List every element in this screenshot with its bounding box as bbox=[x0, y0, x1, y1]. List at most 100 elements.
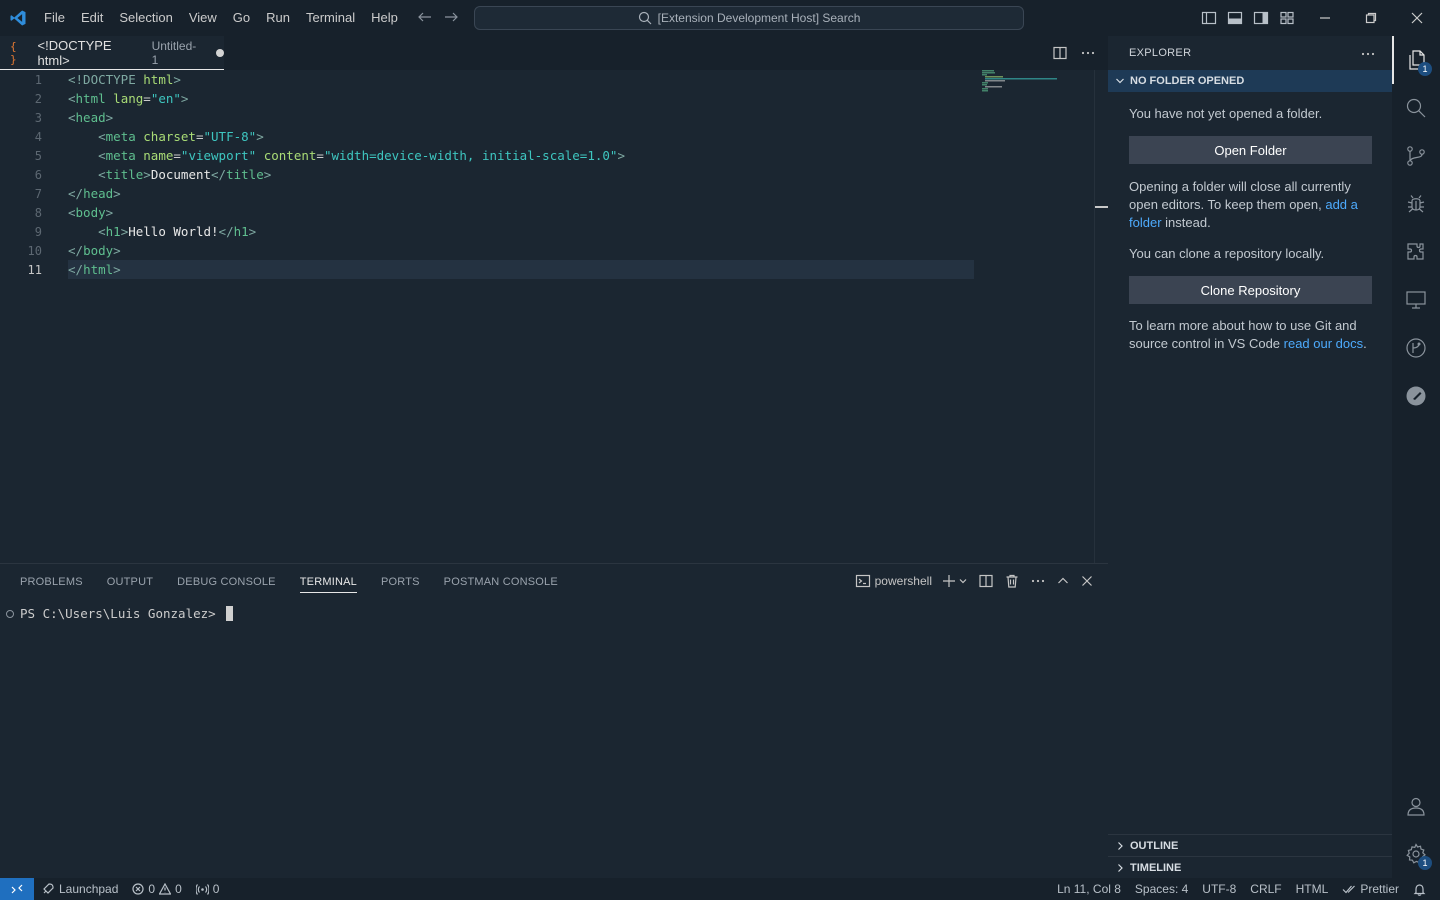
prettier-status[interactable]: Prettier bbox=[1335, 878, 1406, 900]
more-actions-icon[interactable] bbox=[1030, 573, 1046, 589]
menu-view[interactable]: View bbox=[181, 0, 225, 36]
forward-arrow-icon[interactable] bbox=[442, 8, 460, 26]
panel-tabs: PROBLEMS OUTPUT DEBUG CONSOLE TERMINAL P… bbox=[12, 564, 574, 598]
activity-explorer[interactable]: 1 bbox=[1392, 36, 1440, 84]
menu-help[interactable]: Help bbox=[363, 0, 406, 36]
terminal-output[interactable]: PS C:\Users\Luis Gonzalez> bbox=[6, 606, 233, 621]
activity-run-debug[interactable] bbox=[1392, 180, 1440, 228]
trash-icon[interactable] bbox=[1004, 573, 1020, 589]
open-folder-button[interactable]: Open Folder bbox=[1129, 136, 1372, 164]
code-line[interactable]: 6 <title>Document</title> bbox=[0, 165, 980, 184]
code-editor[interactable]: 1 <!DOCTYPE html> 2 <html lang="en"> 3 <head>… bbox=[0, 70, 1108, 563]
activity-extensions[interactable] bbox=[1392, 228, 1440, 276]
code-line[interactable]: 3 <head> bbox=[0, 108, 980, 127]
toggle-secondary-sidebar-icon[interactable] bbox=[1252, 9, 1270, 27]
close-window-button[interactable] bbox=[1394, 0, 1440, 36]
code-line[interactable]: 10 </body> bbox=[0, 241, 980, 260]
learn-more-info: To learn more about how to use Git and s… bbox=[1129, 317, 1373, 353]
unsaved-dot-icon[interactable] bbox=[216, 48, 224, 57]
bell-icon bbox=[1413, 883, 1426, 896]
menu-file[interactable]: File bbox=[36, 0, 73, 36]
warning-count: 0 bbox=[175, 882, 182, 896]
activity-postman[interactable] bbox=[1392, 372, 1440, 420]
toggle-panel-icon[interactable] bbox=[1226, 9, 1244, 27]
layout-controls bbox=[1200, 9, 1296, 27]
tab-debug-console[interactable]: DEBUG CONSOLE bbox=[169, 564, 284, 598]
activity-manage[interactable]: 1 bbox=[1392, 830, 1440, 878]
activity-accounts[interactable] bbox=[1392, 782, 1440, 830]
code-text: <body> bbox=[68, 205, 114, 220]
split-terminal-icon[interactable] bbox=[978, 573, 994, 589]
no-folder-section-header[interactable]: NO FOLDER OPENED bbox=[1108, 70, 1392, 92]
chevron-down-icon bbox=[958, 576, 968, 586]
minimap[interactable] bbox=[982, 70, 1062, 94]
outline-label: OUTLINE bbox=[1130, 839, 1179, 852]
minimize-button[interactable] bbox=[1302, 0, 1348, 36]
code-line[interactable]: 7 </head> bbox=[0, 184, 980, 203]
menu-go[interactable]: Go bbox=[225, 0, 258, 36]
launchpad-status[interactable]: Launchpad bbox=[34, 878, 125, 900]
code-line[interactable]: 4 <meta charset="UTF-8"> bbox=[0, 127, 980, 146]
code-line[interactable]: 8 <body> bbox=[0, 203, 980, 222]
code-line[interactable]: 9 <h1>Hello World!</h1> bbox=[0, 222, 980, 241]
new-terminal-button[interactable] bbox=[942, 574, 968, 588]
menu-run[interactable]: Run bbox=[258, 0, 298, 36]
notifications-button[interactable] bbox=[1406, 878, 1440, 900]
extensions-puzzle-icon bbox=[1404, 240, 1428, 264]
remote-indicator-button[interactable] bbox=[0, 878, 34, 900]
customize-layout-icon[interactable] bbox=[1278, 9, 1296, 27]
status-bar-right: Ln 11, Col 8 Spaces: 4 UTF-8 CRLF HTML P… bbox=[1050, 878, 1440, 900]
line-number: 5 bbox=[34, 148, 42, 163]
cursor-position[interactable]: Ln 11, Col 8 bbox=[1050, 878, 1128, 900]
code-line[interactable]: 11 </html> bbox=[28, 260, 974, 279]
editor-scrollbar-track[interactable] bbox=[1094, 70, 1095, 563]
end-of-line[interactable]: CRLF bbox=[1243, 878, 1288, 900]
chevron-down-icon bbox=[1114, 75, 1126, 87]
activity-source-control[interactable] bbox=[1392, 132, 1440, 180]
toggle-primary-sidebar-icon[interactable] bbox=[1200, 9, 1218, 27]
code-line[interactable]: 1 <!DOCTYPE html> bbox=[0, 70, 980, 89]
back-arrow-icon[interactable] bbox=[416, 8, 434, 26]
ports-status[interactable]: 0 bbox=[189, 878, 227, 900]
more-actions-icon[interactable] bbox=[1080, 45, 1096, 61]
outline-section-header[interactable]: OUTLINE bbox=[1108, 834, 1392, 856]
status-bar: Launchpad 0 0 0 Ln 11, Col 8 Spaces: 4 U… bbox=[0, 878, 1440, 900]
encoding[interactable]: UTF-8 bbox=[1195, 878, 1243, 900]
code-line[interactable]: 5 <meta name="viewport" content="width=d… bbox=[0, 146, 980, 165]
code-text: <title>Document</title> bbox=[98, 167, 272, 182]
editor-tab-untitled[interactable]: { } <!DOCTYPE html> Untitled-1 bbox=[0, 36, 224, 70]
tab-terminal[interactable]: TERMINAL bbox=[292, 564, 365, 598]
account-icon bbox=[1404, 794, 1428, 818]
menu-selection[interactable]: Selection bbox=[111, 0, 180, 36]
clone-repository-button[interactable]: Clone Repository bbox=[1129, 276, 1372, 304]
menu-edit[interactable]: Edit bbox=[73, 0, 111, 36]
close-panel-icon[interactable] bbox=[1080, 574, 1094, 588]
code-text: <html lang="en"> bbox=[68, 91, 189, 106]
activity-git-graph[interactable] bbox=[1392, 324, 1440, 372]
code-text: </head> bbox=[68, 186, 121, 201]
git-lens-icon bbox=[1404, 336, 1428, 360]
code-line[interactable]: 2 <html lang="en"> bbox=[0, 89, 980, 108]
tab-debug-console-label: DEBUG CONSOLE bbox=[177, 576, 276, 588]
code-text: <meta charset="UTF-8"> bbox=[98, 129, 264, 144]
menu-terminal[interactable]: Terminal bbox=[298, 0, 363, 36]
maximize-panel-icon[interactable] bbox=[1056, 574, 1070, 588]
activity-search[interactable] bbox=[1392, 84, 1440, 132]
more-actions-icon[interactable] bbox=[1360, 46, 1376, 62]
tab-ports[interactable]: PORTS bbox=[373, 564, 428, 598]
timeline-section-header[interactable]: TIMELINE bbox=[1108, 856, 1392, 878]
terminal-shell-selector[interactable]: powershell bbox=[855, 573, 932, 589]
tab-postman-console[interactable]: POSTMAN CONSOLE bbox=[436, 564, 566, 598]
title-bar: File Edit Selection View Go Run Terminal… bbox=[0, 0, 1440, 36]
activity-remote-explorer[interactable] bbox=[1392, 276, 1440, 324]
command-center-search[interactable]: [Extension Development Host] Search bbox=[474, 6, 1024, 30]
split-editor-icon[interactable] bbox=[1052, 45, 1068, 61]
tab-problems[interactable]: PROBLEMS bbox=[12, 564, 91, 598]
indentation[interactable]: Spaces: 4 bbox=[1128, 878, 1195, 900]
code-text: <meta name="viewport" content="width=dev… bbox=[98, 148, 625, 163]
language-mode[interactable]: HTML bbox=[1289, 878, 1336, 900]
tab-output[interactable]: OUTPUT bbox=[99, 564, 161, 598]
read-docs-link[interactable]: read our docs bbox=[1284, 336, 1364, 351]
problems-status[interactable]: 0 0 bbox=[125, 878, 188, 900]
restore-button[interactable] bbox=[1348, 0, 1394, 36]
